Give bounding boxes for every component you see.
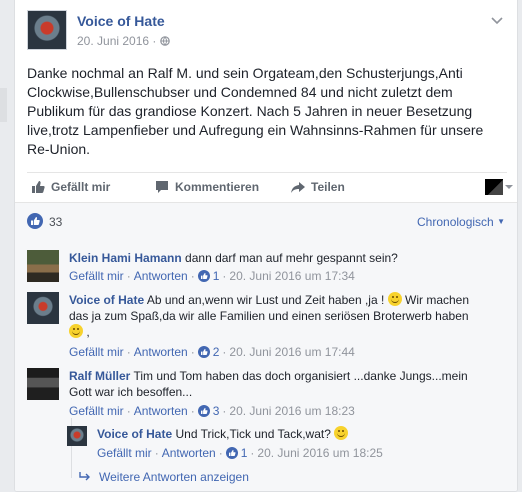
dot-sep: · [126, 345, 131, 359]
post-actions: Gefällt mir Kommentieren Teilen [27, 172, 513, 202]
avatar[interactable] [67, 426, 87, 446]
comment-author[interactable]: Voice of Hate [69, 293, 144, 307]
comment-text-cont: , [86, 325, 90, 339]
comment-text-cont: das ja zum Spaß,da wir alle Familien und… [69, 309, 469, 323]
comment-author[interactable]: Voice of Hate [97, 427, 172, 441]
globe-icon [159, 36, 170, 46]
comment-meta: Gefällt mir · Antworten · 1 · 20. Juni 2… [97, 446, 383, 460]
sidebar-notch [0, 88, 7, 122]
dot-sep: · [126, 404, 131, 418]
page-avatar[interactable] [27, 10, 67, 50]
comment-text: Tim und Tom haben das doch organisiert .… [133, 369, 468, 383]
post-date[interactable]: 20. Juni 2016 [77, 34, 149, 48]
like-reaction-icon[interactable] [27, 213, 43, 229]
comment-like-count[interactable]: 1 [213, 269, 220, 283]
comment-text: Und Trick,Tick und Tack,wat? [175, 427, 331, 441]
avatar[interactable] [27, 292, 59, 324]
chevron-down-icon[interactable] [489, 12, 505, 28]
comment-time[interactable]: 20. Juni 2016 um 18:23 [229, 404, 354, 418]
more-replies-label: Weitere Antworten anzeigen [99, 470, 249, 484]
dot-sep: · [190, 269, 195, 283]
dot-sep: · [222, 345, 227, 359]
comment-text: dann darf man auf mehr gespannt sein? [185, 251, 398, 265]
comment-body: Voice of Hate Ab und an,wenn wir Lust un… [69, 292, 509, 340]
comment-time[interactable]: 20. Juni 2016 um 17:34 [229, 269, 354, 283]
dot-sep: · [154, 446, 159, 460]
comment-like-link[interactable]: Gefällt mir [69, 269, 124, 283]
avatar[interactable] [27, 250, 59, 282]
likes-count[interactable]: 33 [49, 215, 62, 229]
caret-down-icon[interactable] [505, 185, 513, 189]
comment-like-count[interactable]: 3 [213, 404, 220, 418]
dot-sep: · [222, 269, 227, 283]
page-name[interactable]: Voice of Hate [77, 13, 165, 29]
comment-author[interactable]: Ralf Müller [69, 369, 130, 383]
comment-time[interactable]: 20. Juni 2016 um 18:25 [257, 446, 382, 460]
comment-body: Voice of Hate Und Trick,Tick und Tack,wa… [97, 426, 497, 442]
comment-label: Kommentieren [175, 180, 260, 194]
comment-icon [156, 181, 168, 193]
like-reaction-icon [197, 270, 210, 282]
sort-label: Chronologisch [417, 215, 494, 229]
comment-author[interactable]: Klein Hami Hamann [69, 251, 182, 265]
like-reaction-icon [225, 447, 238, 459]
likes-bar: 33 Chronologisch ▼ [15, 202, 517, 238]
reply-arrow-icon [79, 472, 90, 481]
share-arrow-icon [291, 182, 305, 193]
smiley-emoji-icon [334, 426, 349, 440]
smiley-emoji-icon [69, 324, 83, 338]
share-button[interactable]: Teilen [291, 180, 345, 194]
smiley-emoji-icon [387, 292, 402, 306]
share-preview-thumbnail[interactable] [485, 179, 503, 195]
dot-sep: · [190, 404, 195, 418]
like-reaction-icon [197, 405, 210, 417]
more-replies-link[interactable]: Weitere Antworten anzeigen [79, 470, 249, 484]
comment-text-cont: Gott war ich besoffen... [69, 385, 193, 399]
comment-item: Voice of Hate Ab und an,wenn wir Lust un… [27, 292, 511, 362]
like-label: Gefällt mir [51, 180, 111, 194]
comment-reply-link[interactable]: Antworten [134, 345, 188, 359]
comment-like-link[interactable]: Gefällt mir [69, 404, 124, 418]
comment-item: Klein Hami Hamann dann darf man auf mehr… [27, 250, 511, 290]
comment-like-count[interactable]: 2 [213, 345, 220, 359]
post-text: Danke nochmal an Ralf M. und sein Orgate… [27, 65, 484, 157]
share-label: Teilen [311, 180, 345, 194]
dot-sep: · [126, 269, 131, 283]
caret-down-icon: ▼ [497, 217, 505, 226]
dot-sep: · [218, 446, 223, 460]
post-card: Voice of Hate 20. Juni 2016 · Danke noch… [14, 0, 518, 492]
thumbs-up-icon [32, 181, 45, 193]
comment-meta: Gefällt mir · Antworten · 2 · 20. Juni 2… [69, 345, 355, 359]
comment-reply-link[interactable]: Antworten [134, 269, 188, 283]
comment-meta: Gefällt mir · Antworten · 3 · 20. Juni 2… [69, 404, 355, 418]
comment-body: Klein Hami Hamann dann darf man auf mehr… [69, 250, 509, 266]
meta-separator: · [152, 34, 157, 48]
dot-sep: · [190, 345, 195, 359]
comment-meta: Gefällt mir · Antworten · 1 · 20. Juni 2… [69, 269, 355, 283]
sort-dropdown[interactable]: Chronologisch ▼ [417, 215, 505, 229]
comment-text: Ab und an,wenn wir Lust und Zeit haben ,… [146, 293, 385, 307]
comment-item: Ralf Müller Tim und Tom haben das doch o… [27, 368, 511, 418]
comment-button[interactable]: Kommentieren [155, 180, 259, 194]
comment-like-count[interactable]: 1 [241, 446, 248, 460]
like-button[interactable]: Gefällt mir [31, 180, 110, 194]
post-header: Voice of Hate 20. Juni 2016 · [27, 10, 507, 52]
avatar[interactable] [27, 368, 59, 400]
comment-like-link[interactable]: Gefällt mir [69, 345, 124, 359]
comment-body: Ralf Müller Tim und Tom haben das doch o… [69, 368, 509, 400]
comment-text-cont: Wir machen [405, 293, 470, 307]
comment-time[interactable]: 20. Juni 2016 um 17:44 [229, 345, 354, 359]
reply-item: Voice of Hate Und Trick,Tick und Tack,wa… [67, 426, 507, 462]
dot-sep: · [250, 446, 255, 460]
comment-reply-link[interactable]: Antworten [162, 446, 216, 460]
dot-sep: · [222, 404, 227, 418]
post-meta: 20. Juni 2016 · [77, 34, 170, 48]
comment-like-link[interactable]: Gefällt mir [97, 446, 152, 460]
comment-reply-link[interactable]: Antworten [134, 404, 188, 418]
left-sidebar-strip [0, 0, 14, 492]
like-reaction-icon [197, 346, 210, 358]
